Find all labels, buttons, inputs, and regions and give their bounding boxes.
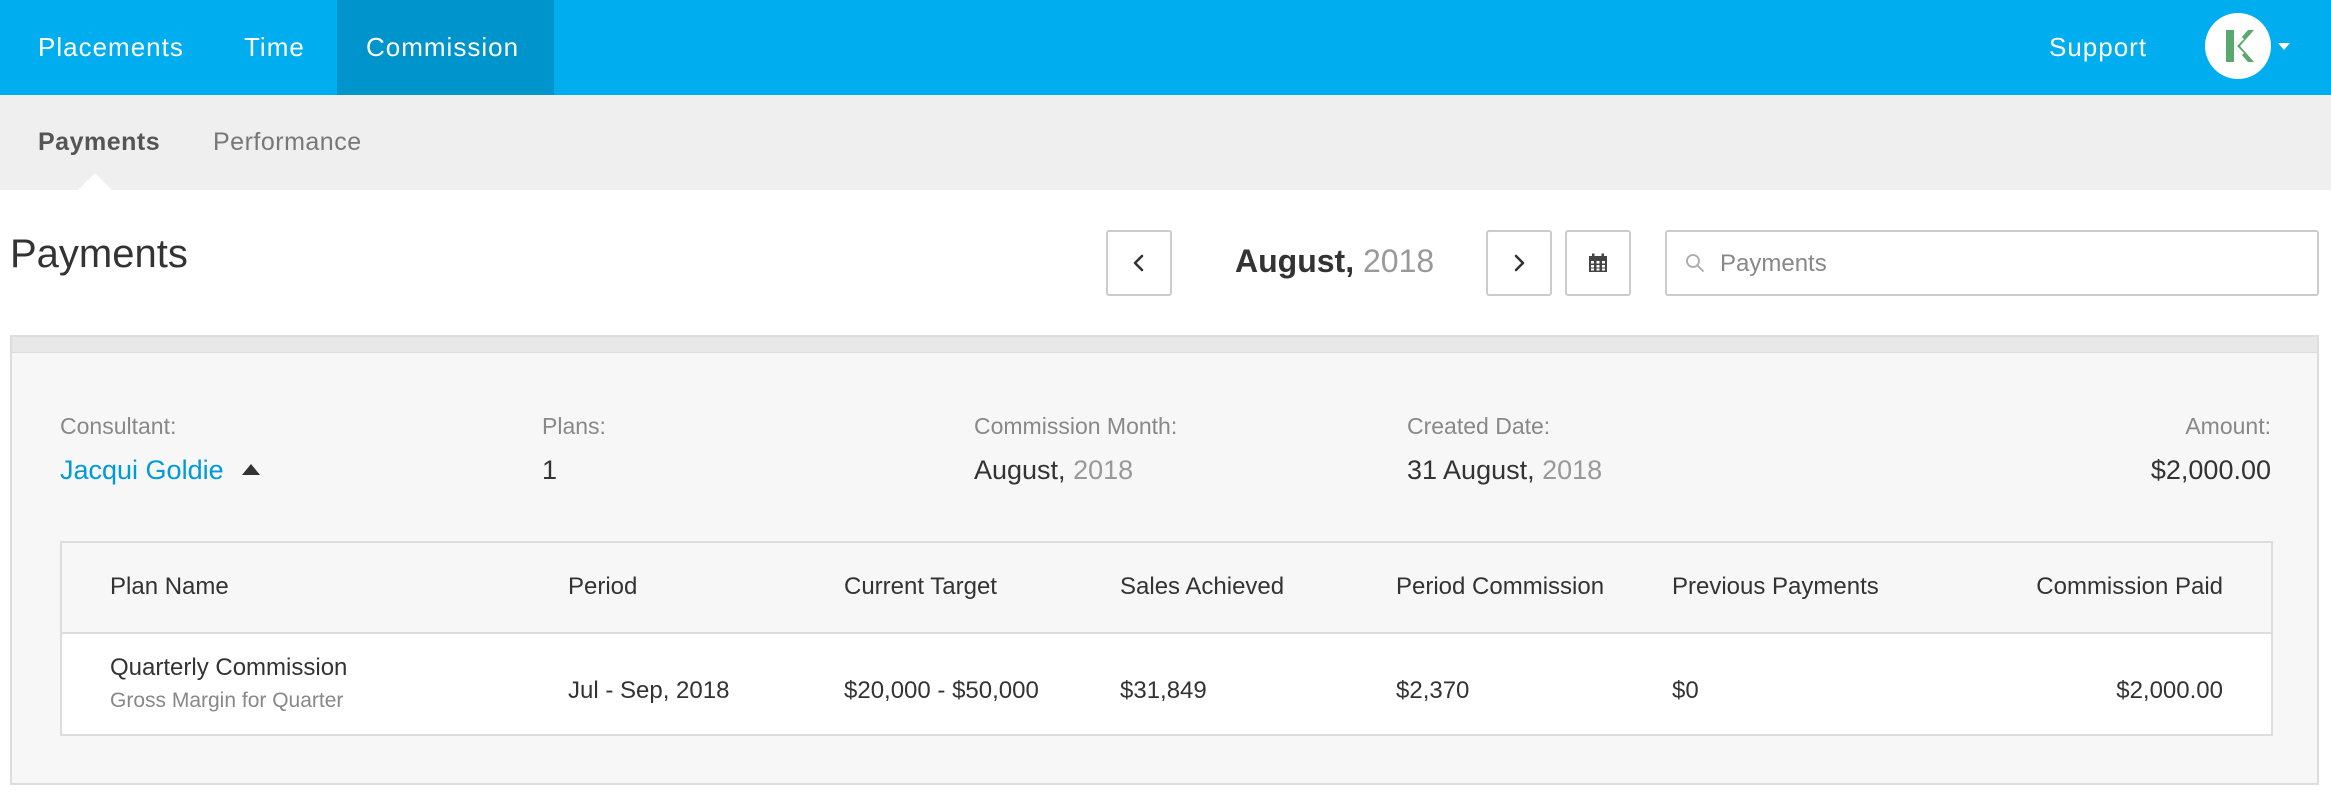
plans-label: Plans:: [542, 413, 606, 439]
column-header-period: Period: [568, 573, 638, 600]
cell-period-commission: $2,370: [1396, 677, 1470, 704]
search-input[interactable]: [1720, 240, 2300, 288]
plans-table: Plan Name Period Current Target Sales Ac…: [60, 541, 2273, 736]
tab-performance[interactable]: Performance: [213, 95, 362, 190]
column-header-sales-achieved: Sales Achieved: [1120, 573, 1285, 600]
cell-plan-description: Gross Margin for Quarter: [110, 689, 344, 712]
previous-month-button[interactable]: [1106, 230, 1172, 296]
calendar-icon: [1589, 253, 1607, 272]
cell-sales-achieved: $31,849: [1120, 677, 1207, 704]
commission-month-year: 2018: [1073, 455, 1134, 485]
nav-item-support[interactable]: Support: [2049, 0, 2147, 95]
search-field[interactable]: [1665, 230, 2319, 296]
sub-navigation-bar: Payments Performance: [0, 95, 2331, 190]
page-title: Payments: [10, 232, 188, 276]
commission-month-name: August,: [974, 455, 1066, 485]
chevron-left-icon: [1133, 254, 1144, 272]
consultant-value: Jacqui Goldie: [60, 455, 260, 486]
consultant-label: Consultant:: [60, 413, 177, 439]
cell-period: Jul - Sep, 2018: [568, 677, 730, 704]
calendar-button[interactable]: [1565, 230, 1631, 296]
plans-value: 1: [542, 455, 558, 485]
payment-panel: Consultant: Jacqui Goldie Plans: 1 Commi…: [10, 335, 2319, 785]
month-year: 2018: [1362, 243, 1435, 279]
commission-month-value: August, 2018: [974, 455, 1133, 486]
nav-item-placements[interactable]: Placements: [38, 0, 184, 95]
created-date-day-month: 31 August,: [1407, 455, 1535, 485]
top-navigation-bar: Placements Time Commission Support: [0, 0, 2331, 95]
nav-item-commission[interactable]: Commission: [337, 0, 554, 95]
column-header-previous-payments: Previous Payments: [1672, 573, 1879, 600]
amount-value: $2,000.00: [2150, 455, 2271, 485]
panel-header-stripe: [12, 337, 2317, 353]
avatar-dropdown-caret-icon[interactable]: [2278, 43, 2290, 50]
commission-month-label: Commission Month:: [974, 413, 1178, 439]
caret-up-icon[interactable]: [241, 464, 260, 475]
cell-previous-payments: $0: [1672, 677, 1699, 704]
column-header-plan-name: Plan Name: [110, 573, 229, 600]
amount-label: Amount:: [2185, 413, 2271, 439]
month-name: August,: [1235, 243, 1355, 279]
created-date-year: 2018: [1542, 455, 1603, 485]
chevron-right-icon: [1514, 254, 1525, 272]
active-tab-pointer: [78, 173, 112, 190]
created-date-value: 31 August, 2018: [1407, 455, 1602, 486]
column-header-commission-paid: Commission Paid: [2036, 573, 2223, 600]
created-date-label: Created Date:: [1407, 413, 1551, 439]
table-header: Plan Name Period Current Target Sales Ac…: [62, 543, 2271, 634]
column-header-period-commission: Period Commission: [1396, 573, 1605, 600]
k-logo-icon: [2226, 30, 2254, 62]
selected-month-label: August, 2018: [1235, 243, 1434, 280]
column-header-current-target: Current Target: [844, 573, 997, 600]
cell-commission-paid: $2,000.00: [2116, 677, 2223, 704]
next-month-button[interactable]: [1486, 230, 1552, 296]
search-icon: [1686, 254, 1704, 272]
cell-plan-name: Quarterly Commission: [110, 654, 348, 681]
cell-current-target: $20,000 - $50,000: [844, 677, 1039, 704]
nav-item-time[interactable]: Time: [244, 0, 305, 95]
consultant-name-link[interactable]: Jacqui Goldie: [60, 455, 224, 485]
avatar[interactable]: [2205, 13, 2271, 79]
